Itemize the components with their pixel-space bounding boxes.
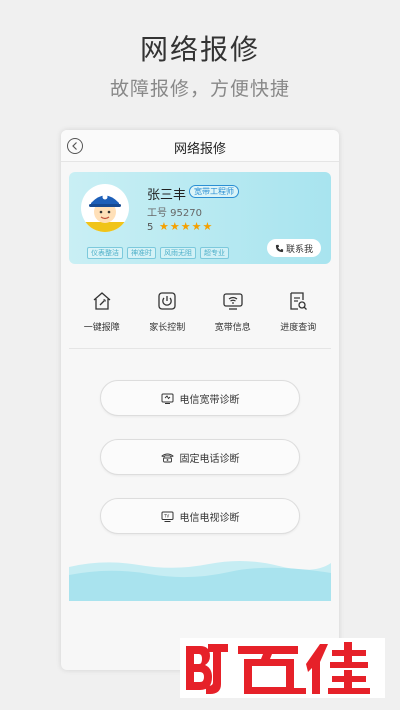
engineer-card: 张三丰 宽带工程师 工号 95270 5 ★★★★★ 联系我 仪表整洁 神准时 …	[69, 172, 331, 264]
tv-diagnosis-button[interactable]: TV 电信电视诊断	[100, 498, 300, 534]
promo-subtitle: 故障报修，方便快捷	[109, 78, 290, 100]
menu-item-parental[interactable]: 家长控制	[137, 280, 197, 348]
wifi-monitor-icon	[223, 293, 243, 310]
engineer-avatar	[81, 184, 129, 232]
broadband-icon	[161, 393, 173, 404]
divider	[69, 348, 331, 349]
tv-icon: TV	[161, 511, 173, 522]
button-label: 电信电视诊断	[179, 512, 240, 524]
tag: 超专业	[200, 247, 229, 259]
engineer-tags: 仪表整洁 神准时 风雨无阻 超专业	[87, 247, 229, 259]
engineer-badge: 宽带工程师	[189, 185, 239, 198]
engineer-name: 张三丰	[147, 188, 187, 203]
phone-icon	[275, 244, 284, 252]
document-search-icon	[290, 292, 308, 310]
telephone-icon	[160, 453, 174, 462]
menu-label: 一键报障	[83, 323, 120, 333]
rating-value: 5	[147, 222, 154, 233]
baijia-logo	[180, 638, 385, 698]
menu-label: 进度查询	[280, 323, 317, 333]
tag: 神准时	[127, 247, 156, 259]
power-icon	[158, 292, 176, 310]
page-title: 网络报修	[173, 142, 226, 157]
button-label: 固定电话诊断	[179, 453, 240, 465]
engineer-work-no: 工号 95270	[147, 208, 202, 219]
menu-label: 家长控制	[149, 323, 186, 333]
broadband-diagnosis-button[interactable]: 电信宽带诊断	[100, 380, 300, 416]
menu-item-broadband[interactable]: 宽带信息	[203, 280, 263, 348]
tag: 仪表整洁	[87, 247, 123, 259]
wave-decoration	[69, 560, 331, 601]
button-label: 电信宽带诊断	[179, 394, 240, 406]
phone-screen: 网络报修 张三丰 宽带工程师 工号 95270 5 ★★★★★ 联系我 仪表整洁	[61, 130, 339, 670]
menu-item-progress[interactable]: 进度查询	[268, 280, 328, 348]
telephone-diagnosis-button[interactable]: 固定电话诊断	[100, 439, 300, 475]
house-wrench-icon	[93, 292, 111, 310]
top-bar: 网络报修	[61, 130, 339, 162]
menu-label: 宽带信息	[214, 323, 251, 333]
contact-label: 联系我	[285, 244, 313, 255]
quick-menu: 一键报障 家长控制 宽带信息 进度查询	[69, 280, 331, 348]
svg-text:TV: TV	[163, 513, 169, 518]
promo-title: 网络报修	[139, 33, 260, 66]
contact-button[interactable]: 联系我	[267, 239, 321, 257]
menu-item-repair[interactable]: 一键报障	[72, 280, 132, 348]
tag: 风雨无阻	[160, 247, 196, 259]
rating-stars: ★★★★★	[159, 220, 214, 233]
